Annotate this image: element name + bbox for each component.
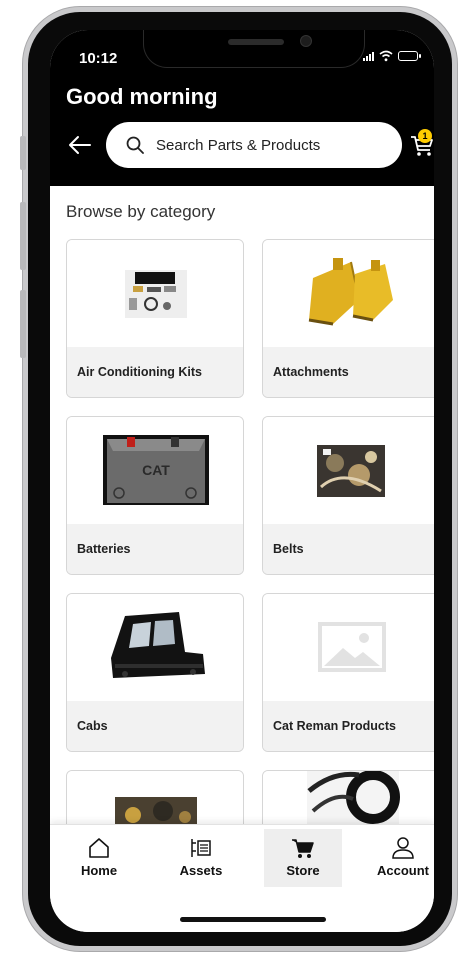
notch [143, 30, 365, 68]
svg-text:CAT: CAT [142, 462, 170, 478]
app-screen: 10:12 Good morning Search Parts & Produc… [50, 30, 434, 932]
nav-store[interactable]: Store [264, 829, 342, 887]
side-button [20, 290, 26, 358]
search-icon [126, 136, 144, 154]
side-button [20, 202, 26, 270]
category-image [263, 240, 434, 347]
nav-home[interactable]: Home [60, 829, 138, 887]
search-input[interactable] [156, 136, 376, 154]
front-camera [300, 35, 312, 47]
nav-account[interactable]: Account [364, 829, 434, 887]
category-image: CAT [67, 417, 243, 524]
nav-account-label: Account [377, 863, 429, 878]
back-arrow-icon[interactable] [68, 134, 92, 156]
category-label: Air Conditioning Kits [67, 347, 243, 397]
nav-store-label: Store [286, 863, 320, 878]
account-icon [392, 837, 414, 859]
category-card-batteries[interactable]: CAT Batteries [66, 416, 244, 575]
belts-product-image [317, 445, 385, 497]
bucket-attachment-image [308, 258, 393, 326]
image-placeholder-icon [318, 622, 386, 672]
category-card[interactable] [66, 770, 244, 830]
category-card-air-conditioning-kits[interactable]: Air Conditioning Kits [66, 239, 244, 398]
category-label: Cabs [67, 701, 243, 751]
category-card-attachments[interactable]: Attachments [262, 239, 434, 398]
category-card-cat-reman-products[interactable]: Cat Reman Products [262, 593, 434, 752]
cart-count-badge: 1 [418, 129, 432, 143]
signal-icon [363, 51, 374, 61]
section-title: Browse by category [66, 202, 216, 221]
speaker [228, 39, 284, 45]
category-product-image [307, 771, 400, 829]
cab-product-image [111, 612, 205, 678]
category-label: Batteries [67, 524, 243, 574]
cart-button[interactable]: 1 [410, 129, 434, 158]
battery-icon [398, 51, 421, 61]
nav-assets[interactable]: Assets [162, 829, 240, 887]
category-label: Cat Reman Products [263, 701, 434, 751]
bottom-navigation: Home Assets Store Account [50, 824, 434, 932]
category-image [263, 594, 434, 701]
status-time: 10:12 [79, 50, 118, 67]
category-image [67, 240, 243, 347]
category-label: Belts [263, 524, 434, 574]
category-card-cabs[interactable]: Cabs [66, 593, 244, 752]
ac-kit-image [125, 270, 187, 318]
category-image [67, 771, 243, 829]
category-image [263, 771, 434, 829]
category-image [67, 594, 243, 701]
nav-home-label: Home [80, 863, 118, 878]
assets-icon [191, 839, 211, 857]
greeting-title: Good morning [66, 84, 218, 109]
category-card-belts[interactable]: Belts [262, 416, 434, 575]
category-card[interactable] [262, 770, 434, 830]
home-icon [89, 838, 109, 858]
side-button [20, 136, 26, 170]
wifi-icon [379, 50, 393, 62]
app-header: 10:12 Good morning Search Parts & Produc… [50, 30, 434, 186]
store-cart-icon [292, 839, 314, 858]
category-product-image [115, 797, 197, 829]
category-label: Attachments [263, 347, 434, 397]
nav-assets-label: Assets [179, 863, 223, 878]
status-icons [363, 50, 421, 62]
home-indicator[interactable] [180, 917, 326, 922]
category-image [263, 417, 434, 524]
battery-product-image: CAT [103, 435, 209, 505]
search-bar[interactable] [106, 122, 402, 168]
